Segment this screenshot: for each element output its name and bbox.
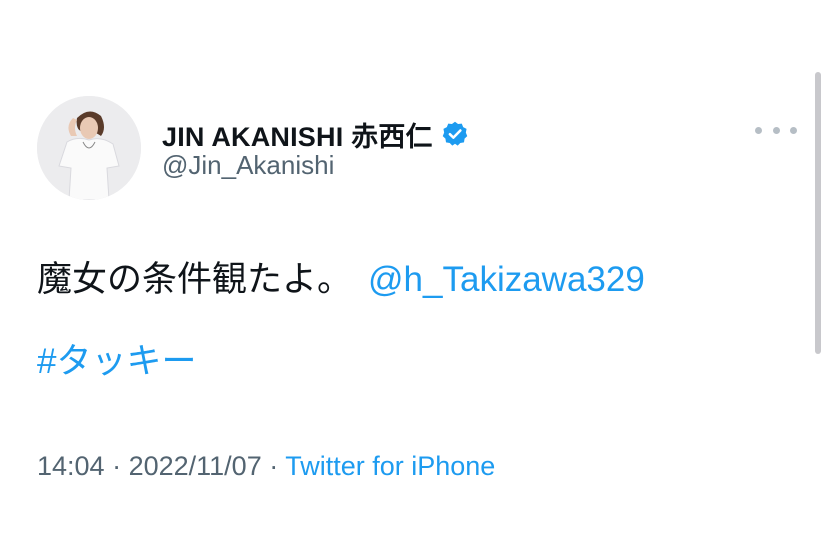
tweet-card: JIN AKANISHI 赤西仁 @Jin_Akanishi 魔女の条件観たよ。… [0,0,828,552]
avatar[interactable] [37,96,141,200]
tweet-meta: 14:04 · 2022/11/07 · Twitter for iPhone [37,446,495,486]
hashtag-link[interactable]: #タッキー [37,336,196,388]
meta-separator: · [104,451,129,481]
avatar-photo [37,96,141,200]
scrollbar[interactable] [815,72,821,354]
more-options-icon[interactable] [755,118,797,142]
mention-link[interactable]: @h_Takizawa329 [368,260,645,299]
display-name[interactable]: JIN AKANISHI 赤西仁 [162,115,433,154]
meta-separator: · [261,451,286,481]
more-dot [755,126,762,134]
tweet-time[interactable]: 14:04 [37,451,105,481]
tweet-text-line: 魔女の条件観たよ。 @h_Takizawa329 [37,254,645,306]
user-handle[interactable]: @Jin_Akanishi [162,150,334,181]
verified-badge-icon [441,120,469,148]
tweet-source-link[interactable]: Twitter for iPhone [285,451,495,481]
display-name-row[interactable]: JIN AKANISHI 赤西仁 [162,114,469,154]
tweet-date[interactable]: 2022/11/07 [129,451,262,481]
more-dot [790,126,797,134]
more-dot [772,126,780,134]
tweet-text: 魔女の条件観たよ。 [37,260,353,299]
